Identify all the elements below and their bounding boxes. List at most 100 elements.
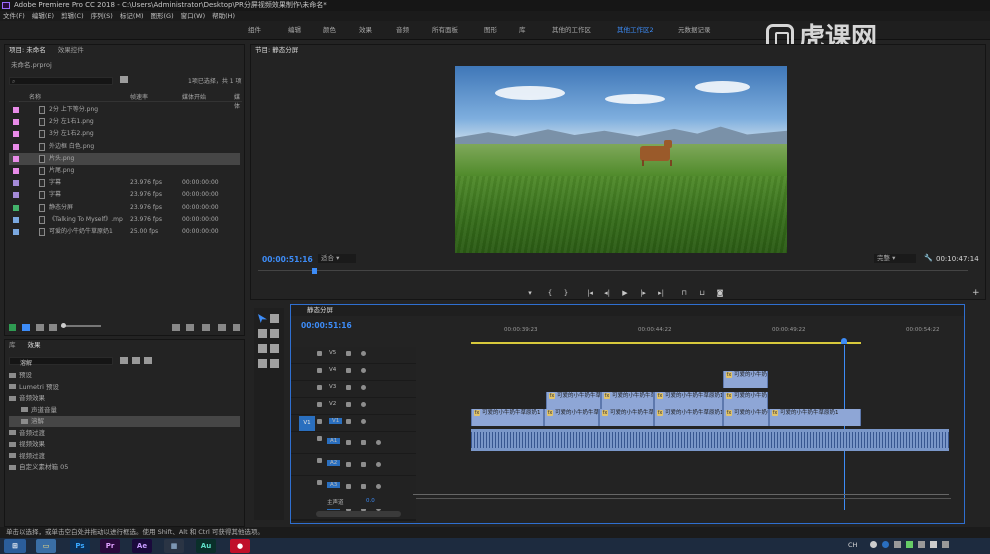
col-fps[interactable]: 帧速率 (130, 92, 148, 101)
toggle-sync-icon[interactable] (346, 351, 351, 356)
workspace-tab-5[interactable]: 所有面板 (432, 21, 458, 40)
program-timecode[interactable]: 00:00:51:16 (262, 255, 313, 264)
workspace-tab-9[interactable]: 其他工作区2 (617, 21, 654, 40)
workspace-tab-2[interactable]: 颜色 (323, 21, 336, 40)
timeline-scroll-handle[interactable] (316, 511, 401, 517)
step-forward-button-icon[interactable]: |▸ (637, 288, 649, 298)
effects-tree-item[interactable]: 音频效果 (9, 393, 45, 404)
toggle-sync-icon[interactable] (346, 402, 351, 407)
effects-tab-1[interactable]: 效果 (28, 340, 41, 351)
eye-icon[interactable] (361, 402, 366, 407)
video-clip[interactable]: fx可爱的小牛奶牛草原奶1 (471, 409, 544, 426)
input-language[interactable]: CH (848, 541, 857, 549)
automate-sequence-icon[interactable] (172, 324, 180, 331)
video-clip[interactable]: fx可爱的小牛奶牛草原奶1 (544, 409, 599, 426)
project-list-item[interactable]: 外边框 白色.png (9, 141, 240, 153)
track-select-tool-icon[interactable] (270, 314, 279, 323)
video-clip[interactable]: fx可爱的小牛奶牛草原奶1 (654, 409, 723, 426)
fit-dropdown[interactable]: 适合 ▾ (318, 254, 356, 263)
after-effects-icon[interactable]: Ae (132, 539, 152, 553)
lock-icon[interactable] (9, 324, 16, 331)
workspace-tab-8[interactable]: 其他的工作区 (552, 21, 591, 40)
workspace-tab-4[interactable]: 音频 (396, 21, 409, 40)
track-lock-icon[interactable] (317, 458, 322, 463)
accelerated-icon[interactable] (120, 357, 128, 364)
video-clip[interactable]: fx可爱的小牛奶牛草原奶1 (654, 392, 723, 409)
photoshop-icon[interactable]: Ps (70, 539, 90, 553)
solo-icon[interactable] (361, 484, 366, 489)
razor-tool-icon[interactable] (270, 329, 279, 338)
effects-tree-item[interactable]: 预设 (9, 370, 32, 381)
menu-item-5[interactable]: 图形(G) (151, 11, 174, 21)
eye-icon[interactable] (361, 419, 366, 424)
go-to-out-button-icon[interactable]: ▸| (655, 288, 667, 298)
quality-dropdown[interactable]: 完整 ▾ (874, 254, 916, 263)
project-list-item[interactable]: 可爱的小牛奶牛草原奶1 25.00 fps 00:00:00:00 (9, 226, 240, 238)
video-clip[interactable]: fx可爱的小牛奶牛草原奶1 (723, 392, 768, 409)
toggle-sync-icon[interactable] (346, 368, 351, 373)
timeline-tab[interactable]: 静态分屏 (291, 305, 964, 316)
mute-icon[interactable] (346, 440, 351, 445)
menu-item-3[interactable]: 序列(S) (91, 11, 113, 21)
find-icon[interactable] (186, 324, 194, 331)
project-list-item[interactable]: 片头.png (9, 152, 240, 165)
slip-tool-icon[interactable] (258, 344, 267, 353)
timeline-timecode[interactable]: 00:00:51:16 (301, 321, 352, 330)
eye-icon[interactable] (361, 368, 366, 373)
pen-tool-icon[interactable] (270, 344, 279, 353)
effects-tree-item[interactable]: 声道音量 (9, 405, 57, 416)
premiere-icon[interactable]: Pr (100, 539, 120, 553)
workspace-tab-0[interactable]: 组件 (248, 21, 261, 40)
icon-view-icon[interactable] (36, 324, 44, 331)
monitor-tab[interactable]: 节目: 静态分屏 (255, 45, 298, 56)
track-lock-icon[interactable] (317, 436, 322, 441)
menu-item-2[interactable]: 剪辑(C) (61, 11, 84, 21)
timeline-ruler[interactable]: 00:00:39:23 00:00:44:22 00:00:49:22 00:00:5… (416, 319, 951, 347)
timeline-playhead-head[interactable] (841, 338, 847, 344)
help-icon[interactable] (870, 541, 877, 548)
toggle-sync-icon[interactable] (346, 385, 351, 390)
video-clip[interactable]: fx可爱的小牛奶牛草原奶1 (546, 392, 601, 409)
effects-tree-item[interactable]: 溶解 (9, 416, 240, 427)
effects-tree-item[interactable]: 音频过渡 (9, 428, 45, 439)
mark-out-brace-button-icon[interactable]: } (560, 288, 572, 298)
project-list-item[interactable]: 字幕 23.976 fps 00:00:00:00 (9, 177, 240, 189)
type-tool-icon[interactable] (270, 359, 279, 368)
work-area-bar[interactable] (471, 342, 861, 344)
project-list-item[interactable]: 3分 左1右2.png (9, 128, 240, 140)
col-start[interactable]: 媒体开始 (182, 92, 206, 101)
new-bin-icon[interactable] (120, 76, 128, 83)
solo-icon[interactable] (361, 462, 366, 467)
list-view-icon[interactable] (22, 324, 30, 331)
toggle-sync-icon[interactable] (346, 419, 351, 424)
step-back-button-icon[interactable]: ◂| (601, 288, 613, 298)
extract-button-icon[interactable]: ⊔ (696, 288, 708, 298)
go-to-in-button-icon[interactable]: |◂ (584, 288, 596, 298)
freeform-view-icon[interactable] (49, 324, 57, 331)
project-search-input[interactable]: ⌕ (9, 77, 113, 85)
project-list-item[interactable]: 2分 左1右1.png (9, 116, 240, 128)
zoom-slider-handle[interactable] (61, 323, 66, 328)
mic-icon[interactable] (376, 462, 381, 467)
32bit-icon[interactable] (132, 357, 140, 364)
track-lock-icon[interactable] (317, 419, 322, 424)
video-clip[interactable]: fx可爱的小牛奶牛草原奶1 (723, 371, 768, 388)
new-item-icon[interactable] (218, 324, 226, 331)
mark-in-button-icon[interactable]: ▾ (524, 288, 536, 298)
mute-icon[interactable] (346, 462, 351, 467)
network-icon[interactable] (882, 541, 889, 548)
mic-icon[interactable] (376, 484, 381, 489)
workspace-tab-7[interactable]: 库 (519, 21, 526, 40)
mute-icon[interactable] (346, 484, 351, 489)
menu-item-1[interactable]: 编辑(E) (32, 11, 54, 21)
ripple-edit-tool-icon[interactable] (258, 329, 267, 338)
project-list-item[interactable]: 《Talking To Myself》.mp 23.976 fps 00:00:00… (9, 214, 240, 226)
effects-tree-item[interactable]: 自定义素材箱 05 (9, 462, 68, 473)
track-lock-icon[interactable] (317, 385, 322, 390)
tray-app-icon[interactable] (894, 541, 901, 548)
mic-icon[interactable] (376, 440, 381, 445)
effects-tree-item[interactable]: 视频过渡 (9, 451, 45, 462)
video-clip[interactable]: fx可爱的小牛奶牛草原奶1 (769, 409, 861, 426)
keyboard-icon[interactable] (918, 541, 925, 548)
project-list-item[interactable]: 字幕 23.976 fps 00:00:00:00 (9, 189, 240, 201)
